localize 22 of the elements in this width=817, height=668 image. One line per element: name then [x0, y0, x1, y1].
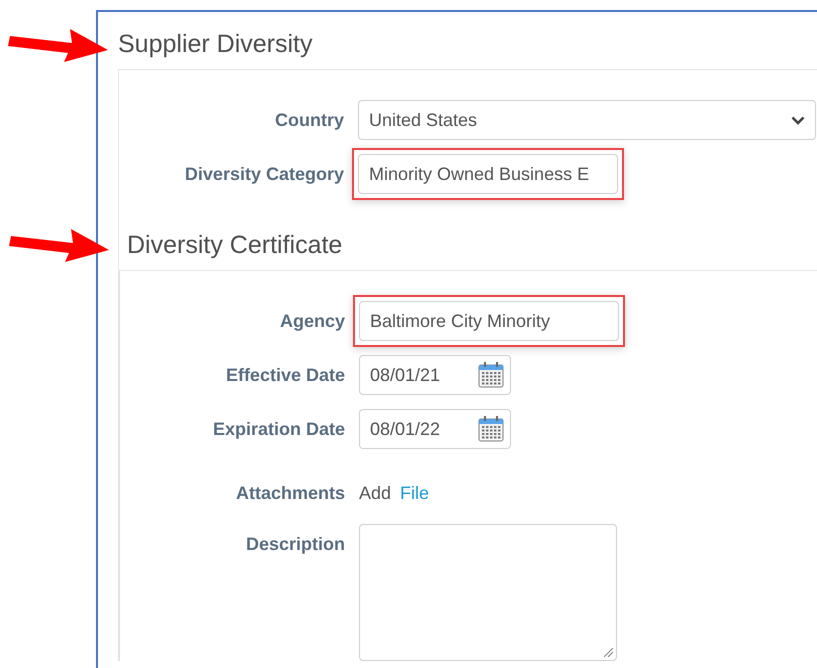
- field-label: Effective Date: [226, 364, 345, 386]
- section-title: Diversity Certificate: [127, 230, 342, 260]
- date-value: 08/01/21: [370, 364, 440, 386]
- resize-grip-icon[interactable]: [604, 648, 613, 657]
- country-dropdown[interactable]: United States: [358, 100, 816, 140]
- field-label: Agency: [280, 310, 345, 332]
- calendar-icon[interactable]: [478, 362, 504, 388]
- chevron-icon: [791, 116, 805, 124]
- calendar-icon[interactable]: [478, 416, 504, 442]
- field-label: Diversity Category: [184, 163, 344, 185]
- field-label: Description: [246, 533, 345, 555]
- text-field[interactable]: Baltimore City Minority: [359, 301, 619, 341]
- date-field[interactable]: 08/01/21: [359, 355, 511, 395]
- text-field[interactable]: Minority Owned Business E: [358, 154, 618, 194]
- field-label: Attachments: [236, 482, 345, 504]
- section-title: Supplier Diversity: [118, 29, 313, 59]
- field-label: Expiration Date: [212, 418, 345, 440]
- description-field[interactable]: [359, 524, 617, 661]
- field-label: Country: [275, 109, 344, 131]
- date-field[interactable]: 08/01/22: [359, 409, 511, 449]
- add-text: Add: [359, 483, 392, 504]
- date-value: 08/01/22: [370, 418, 440, 440]
